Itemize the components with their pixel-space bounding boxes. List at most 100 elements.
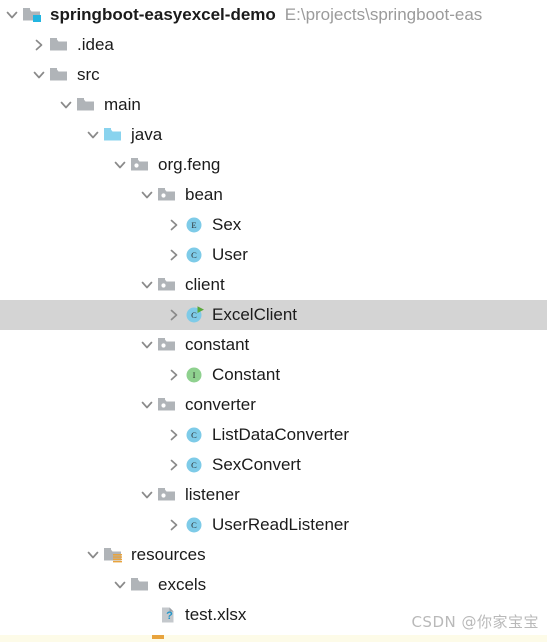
tree-row[interactable]: I Constant <box>0 360 547 390</box>
tree-row[interactable]: org.feng <box>0 150 547 180</box>
class-icon: C <box>184 515 206 535</box>
class-icon: C <box>184 425 206 445</box>
chevron-down-icon[interactable] <box>110 575 130 595</box>
tree-row[interactable]: java <box>0 120 547 150</box>
tree-row-label: client <box>185 275 225 294</box>
tree-row[interactable]: C ListDataConverter <box>0 420 547 450</box>
chevron-down-icon[interactable] <box>56 95 76 115</box>
tree-row[interactable]: converter <box>0 390 547 420</box>
chevron-down-icon[interactable] <box>29 65 49 85</box>
tree-row-label: src <box>77 65 100 84</box>
tree-row[interactable]: bean <box>0 180 547 210</box>
svg-text:I: I <box>193 370 196 380</box>
unknown-file-icon: ? <box>157 605 179 625</box>
package-icon <box>130 155 152 175</box>
tree-row-label: springboot-easyexcel-demo <box>50 5 276 24</box>
package-icon <box>157 185 179 205</box>
svg-text:C: C <box>191 310 197 320</box>
tree-row[interactable]: constant <box>0 330 547 360</box>
chevron-down-icon[interactable] <box>137 395 157 415</box>
runnable-class-icon: C <box>184 305 206 325</box>
tree-row-label: User <box>212 245 248 264</box>
tree-row-label: Constant <box>212 365 281 384</box>
folder-icon <box>76 95 98 115</box>
chevron-down-icon[interactable] <box>110 155 130 175</box>
chevron-down-icon[interactable] <box>137 335 157 355</box>
chevron-down-icon[interactable] <box>137 485 157 505</box>
chevron-down-icon[interactable] <box>83 125 103 145</box>
tree-row[interactable]: C SexConvert <box>0 450 547 480</box>
tree-row[interactable]: resources <box>0 540 547 570</box>
tree-row[interactable]: E Sex <box>0 210 547 240</box>
tree-row[interactable]: C UserReadListener <box>0 510 547 540</box>
class-icon: C <box>184 245 206 265</box>
chevron-right-icon[interactable] <box>164 365 184 385</box>
svg-text:C: C <box>191 520 197 530</box>
tree-row[interactable]: client <box>0 270 547 300</box>
package-icon <box>157 395 179 415</box>
folder-icon <box>49 65 71 85</box>
folder-icon <box>130 575 152 595</box>
project-root-folder-icon <box>22 5 44 25</box>
tree-row-label: SexConvert <box>212 455 301 474</box>
svg-text:E: E <box>191 220 196 230</box>
tree-row-label: .idea <box>77 35 114 54</box>
tree-row-label: java <box>131 125 163 144</box>
tree-row-label: bean <box>185 185 223 204</box>
no-chevron <box>137 605 157 625</box>
tree-row[interactable]: C ExcelClient <box>0 300 547 330</box>
package-icon <box>157 275 179 295</box>
tree-row[interactable]: C User <box>0 240 547 270</box>
tree-row[interactable]: .idea <box>0 30 547 60</box>
tree-row[interactable]: ? test.xlsx <box>0 600 547 630</box>
bottom-strip <box>0 635 547 642</box>
tree-row[interactable]: excels <box>0 570 547 600</box>
tree-row[interactable]: listener <box>0 480 547 510</box>
chevron-down-icon[interactable] <box>83 545 103 565</box>
bottom-strip-tick <box>152 635 164 639</box>
chevron-right-icon[interactable] <box>29 35 49 55</box>
chevron-right-icon[interactable] <box>164 215 184 235</box>
interface-icon: I <box>184 365 206 385</box>
tree-row-label: constant <box>185 335 250 354</box>
chevron-down-icon[interactable] <box>2 5 22 25</box>
tree-row[interactable]: main <box>0 90 547 120</box>
tree-row-label: main <box>104 95 141 114</box>
svg-text:C: C <box>191 460 197 470</box>
folder-icon <box>49 35 71 55</box>
tree-row-label: Sex <box>212 215 242 234</box>
chevron-down-icon[interactable] <box>137 185 157 205</box>
tree-row-label: org.feng <box>158 155 221 174</box>
svg-text:C: C <box>191 430 197 440</box>
tree-row[interactable]: springboot-easyexcel-demo E:\projects\spr… <box>0 0 547 30</box>
chevron-right-icon[interactable] <box>164 425 184 445</box>
chevron-right-icon[interactable] <box>164 515 184 535</box>
svg-text:?: ? <box>166 610 173 622</box>
project-tree[interactable]: springboot-easyexcel-demo E:\projects\spr… <box>0 0 547 630</box>
tree-row-label: UserReadListener <box>212 515 350 534</box>
tree-row-label: ListDataConverter <box>212 425 350 444</box>
class-icon: C <box>184 455 206 475</box>
enum-icon: E <box>184 215 206 235</box>
chevron-right-icon[interactable] <box>164 305 184 325</box>
tree-row-label: listener <box>185 485 240 504</box>
tree-row[interactable]: src <box>0 60 547 90</box>
chevron-right-icon[interactable] <box>164 245 184 265</box>
chevron-down-icon[interactable] <box>137 275 157 295</box>
tree-row-label: excels <box>158 575 207 594</box>
package-icon <box>157 485 179 505</box>
chevron-right-icon[interactable] <box>164 455 184 475</box>
